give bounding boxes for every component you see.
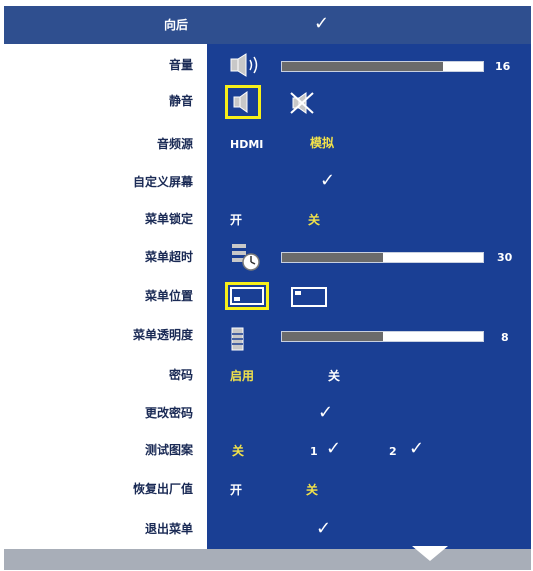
menu-timeout-icon: [232, 244, 260, 271]
menu-position-bottom-option[interactable]: [225, 282, 269, 310]
menu-position-top-icon[interactable]: [289, 285, 329, 309]
factory-reset-on[interactable]: 开: [230, 482, 242, 498]
menu-timeout-slider[interactable]: [281, 252, 484, 263]
menu-item-password[interactable]: 密码: [169, 367, 193, 383]
custom-screen-check[interactable]: ✓: [320, 172, 335, 190]
test-pattern-2-check[interactable]: ✓: [409, 440, 424, 458]
menu-transparency-value: 8: [501, 331, 509, 344]
menu-position-bottom-icon: [230, 287, 264, 305]
transparency-icon: [231, 327, 244, 351]
menu-item-change-password[interactable]: 更改密码: [145, 405, 193, 421]
audio-source-hdmi[interactable]: HDMI: [230, 137, 263, 153]
back-label[interactable]: 向后: [164, 16, 188, 33]
unmute-option[interactable]: [225, 85, 261, 119]
menu-item-test-pattern[interactable]: 测试图案: [145, 442, 193, 458]
test-pattern-2[interactable]: 2: [389, 444, 397, 460]
volume-slider[interactable]: [281, 61, 484, 72]
menu-transparency-slider-fill: [282, 332, 383, 341]
speaker-icon: [230, 53, 258, 77]
factory-reset-off[interactable]: 关: [306, 482, 318, 498]
menu-lock-on[interactable]: 开: [230, 212, 242, 228]
volume-slider-fill: [282, 62, 443, 71]
menu-timeout-slider-fill: [282, 253, 383, 262]
menu-item-exit-menu[interactable]: 退出菜单: [145, 521, 193, 537]
menu-footer: [4, 549, 531, 570]
test-pattern-off[interactable]: 关: [232, 443, 244, 459]
menu-item-menu-position[interactable]: 菜单位置: [145, 288, 193, 304]
volume-value: 16: [495, 60, 511, 73]
menu-header[interactable]: 向后 ✓: [4, 6, 531, 44]
menu-item-factory-reset[interactable]: 恢复出厂值: [133, 481, 193, 497]
menu-item-menu-timeout[interactable]: 菜单超时: [145, 249, 193, 265]
menu-item-volume[interactable]: 音量: [169, 57, 193, 73]
menu-item-custom-screen[interactable]: 自定义屏幕: [133, 174, 193, 190]
password-enable[interactable]: 启用: [230, 368, 254, 384]
speaker-icon: [233, 91, 248, 113]
back-check[interactable]: ✓: [314, 15, 329, 33]
menu-item-menu-lock[interactable]: 菜单锁定: [145, 211, 193, 227]
muted-speaker-icon[interactable]: [286, 88, 318, 118]
audio-source-analog[interactable]: 模拟: [310, 135, 334, 151]
menu-item-audio-source[interactable]: 音频源: [157, 136, 193, 152]
osd-menu: 向后 ✓ 音量 静音 音频源 自定义屏幕 菜单锁定 菜单超时 菜单位置 菜单透明…: [4, 6, 531, 570]
menu-transparency-slider[interactable]: [281, 331, 484, 342]
test-pattern-1[interactable]: 1: [310, 444, 318, 460]
menu-item-menu-transparency[interactable]: 菜单透明度: [133, 327, 193, 343]
menu-item-mute[interactable]: 静音: [169, 93, 193, 109]
change-password-check[interactable]: ✓: [318, 404, 333, 422]
scroll-down-icon[interactable]: [412, 546, 448, 561]
exit-menu-check[interactable]: ✓: [316, 520, 331, 538]
menu-lock-off[interactable]: 关: [308, 212, 320, 228]
menu-timeout-value: 30: [497, 251, 513, 264]
test-pattern-1-check[interactable]: ✓: [326, 440, 341, 458]
password-off[interactable]: 关: [328, 368, 340, 384]
